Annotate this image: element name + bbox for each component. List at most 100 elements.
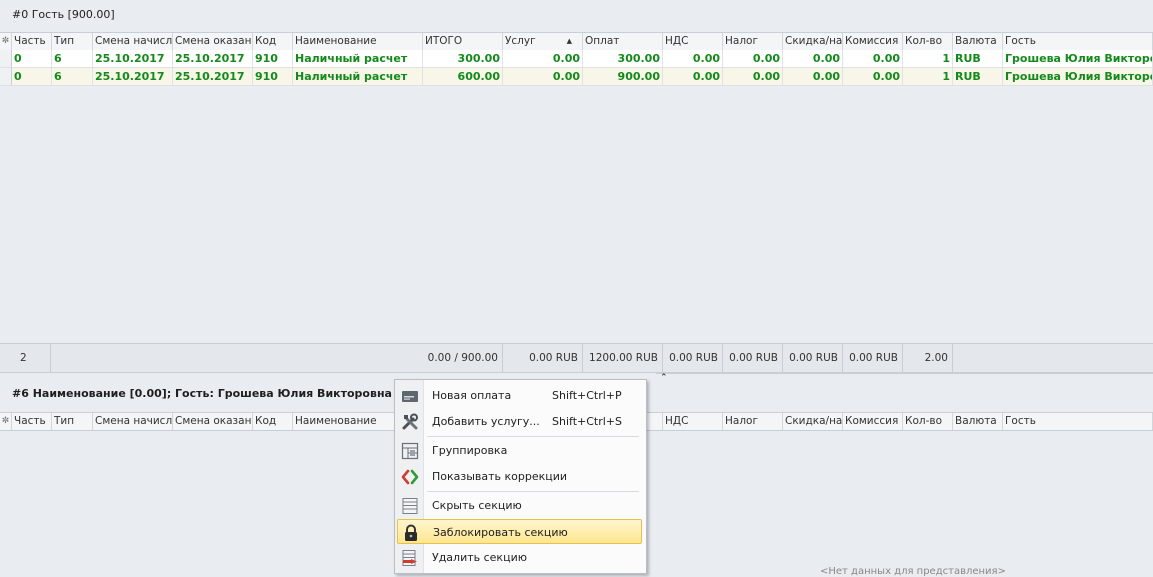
col-header-quantity[interactable]: Кол-во <box>903 33 953 50</box>
new-payment-icon <box>402 391 418 402</box>
cell-shift-service[interactable]: 25.10.2017 <box>173 68 253 85</box>
cell-guest[interactable]: Грошева Юлия Викторовна <box>1003 68 1153 85</box>
cell-vat[interactable]: 0.00 <box>663 68 723 85</box>
col-header-vat[interactable]: НДС <box>663 413 723 430</box>
column-chooser-icon[interactable]: ✼ <box>0 33 12 50</box>
menu-item-add-service[interactable]: Добавить услугу... Shift+Ctrl+S <box>397 409 642 434</box>
footer-discount: 0.00 RUB <box>783 344 843 372</box>
cell-services[interactable]: 0.00 <box>503 68 583 85</box>
footer-vat: 0.00 RUB <box>663 344 723 372</box>
col-header-shift-service[interactable]: Смена оказани <box>173 33 253 50</box>
menu-item-label: Показывать коррекции <box>432 470 568 483</box>
col-header-discount[interactable]: Скидка/наце <box>783 413 843 430</box>
col-header-commission[interactable]: Комиссия <box>843 33 903 50</box>
col-header-code[interactable]: Код <box>253 413 293 430</box>
cell-code[interactable]: 910 <box>253 68 293 85</box>
grouping-icon <box>401 442 419 460</box>
chevron-up-icon[interactable]: ⌃ <box>660 373 668 383</box>
section-1-title: #0 Гость [900.00] <box>12 8 115 21</box>
col-header-services[interactable]: Услуг ▲ <box>503 33 583 50</box>
col-header-services-label: Услуг <box>505 35 536 47</box>
col-header-commission[interactable]: Комиссия <box>843 413 903 430</box>
col-header-shift-charge[interactable]: Смена начисле <box>93 413 173 430</box>
cell-part[interactable]: 0 <box>12 68 52 85</box>
col-header-shift-service[interactable]: Смена оказани <box>173 413 253 430</box>
col-header-total[interactable]: ИТОГО <box>423 33 503 50</box>
cell-tax[interactable]: 0.00 <box>723 50 783 67</box>
menu-item-label: Добавить услугу... <box>432 415 540 428</box>
col-header-tax[interactable]: Налог <box>723 413 783 430</box>
delete-section-icon <box>402 550 417 566</box>
cell-discount[interactable]: 0.00 <box>783 50 843 67</box>
col-header-shift-charge[interactable]: Смена начисле <box>93 33 173 50</box>
col-header-tax[interactable]: Налог <box>723 33 783 50</box>
cell-type[interactable]: 6 <box>52 50 93 67</box>
cell-quantity[interactable]: 1 <box>903 68 953 85</box>
footer-tax: 0.00 RUB <box>723 344 783 372</box>
cell-guest[interactable]: Грошева Юлия Викторовна <box>1003 50 1153 67</box>
col-header-currency[interactable]: Валюта <box>953 33 1003 50</box>
menu-item-label: Скрыть секцию <box>432 499 522 512</box>
cell-part[interactable]: 0 <box>12 50 52 67</box>
cell-payments[interactable]: 300.00 <box>583 50 663 67</box>
cell-commission[interactable]: 0.00 <box>843 50 903 67</box>
col-header-part[interactable]: Часть <box>12 413 52 430</box>
row-indicator[interactable] <box>0 50 12 67</box>
col-header-guest[interactable]: Гость <box>1003 33 1153 50</box>
corrections-icon <box>401 469 419 485</box>
col-header-discount[interactable]: Скидка/наце <box>783 33 843 50</box>
cell-name[interactable]: Наличный расчет <box>293 50 423 67</box>
context-menu: Новая оплата Shift+Ctrl+P Добавить услуг… <box>394 379 647 574</box>
menu-item-label: Заблокировать секцию <box>433 526 568 539</box>
table-row[interactable]: 0 6 25.10.2017 25.10.2017 910 Наличный р… <box>0 68 1153 86</box>
cell-quantity[interactable]: 1 <box>903 50 953 67</box>
col-header-vat[interactable]: НДС <box>663 33 723 50</box>
menu-item-new-payment[interactable]: Новая оплата Shift+Ctrl+P <box>397 383 642 408</box>
menu-item-grouping[interactable]: Группировка <box>397 438 642 463</box>
cell-type[interactable]: 6 <box>52 68 93 85</box>
grid-1-header: ✼ Часть Тип Смена начисле Смена оказани … <box>0 32 1153 51</box>
cell-currency[interactable]: RUB <box>953 50 1003 67</box>
footer-count: 2 <box>0 344 51 372</box>
col-header-code[interactable]: Код <box>253 33 293 50</box>
footer-services: 0.00 RUB <box>503 344 583 372</box>
grid-1-footer: 2 0.00 / 900.00 0.00 RUB 1200.00 RUB 0.0… <box>0 343 1153 373</box>
cell-total[interactable]: 600.00 <box>423 68 503 85</box>
menu-separator <box>427 436 639 437</box>
cell-currency[interactable]: RUB <box>953 68 1003 85</box>
table-row[interactable]: 0 6 25.10.2017 25.10.2017 910 Наличный р… <box>0 50 1153 68</box>
menu-item-delete-section[interactable]: Удалить секцию <box>397 545 642 570</box>
menu-item-shortcut: Shift+Ctrl+S <box>552 415 622 428</box>
column-chooser-icon[interactable]: ✼ <box>0 413 12 430</box>
cell-tax[interactable]: 0.00 <box>723 68 783 85</box>
hide-section-icon <box>402 498 418 514</box>
row-indicator[interactable] <box>0 68 12 85</box>
col-header-payments[interactable]: Оплат <box>583 33 663 50</box>
cell-shift-charge[interactable]: 25.10.2017 <box>93 68 173 85</box>
col-header-guest[interactable]: Гость <box>1003 413 1153 430</box>
col-header-name[interactable]: Наименование <box>293 33 423 50</box>
menu-item-label: Удалить секцию <box>432 551 527 564</box>
cell-commission[interactable]: 0.00 <box>843 68 903 85</box>
cell-name[interactable]: Наличный расчет <box>293 68 423 85</box>
footer-quantity: 2.00 <box>903 344 953 372</box>
col-header-currency[interactable]: Валюта <box>953 413 1003 430</box>
menu-item-hide-section[interactable]: Скрыть секцию <box>397 493 642 518</box>
menu-item-lock-section[interactable]: Заблокировать секцию <box>397 519 642 544</box>
col-header-type[interactable]: Тип <box>52 413 93 430</box>
cell-shift-charge[interactable]: 25.10.2017 <box>93 50 173 67</box>
menu-item-shortcut: Shift+Ctrl+P <box>552 389 622 402</box>
menu-item-show-corrections[interactable]: Показывать коррекции <box>397 464 642 489</box>
col-header-quantity[interactable]: Кол-во <box>903 413 953 430</box>
cell-services[interactable]: 0.00 <box>503 50 583 67</box>
cell-code[interactable]: 910 <box>253 50 293 67</box>
cell-shift-service[interactable]: 25.10.2017 <box>173 50 253 67</box>
col-header-type[interactable]: Тип <box>52 33 93 50</box>
menu-separator <box>427 491 639 492</box>
section-splitter[interactable] <box>656 373 1153 378</box>
cell-discount[interactable]: 0.00 <box>783 68 843 85</box>
cell-payments[interactable]: 900.00 <box>583 68 663 85</box>
col-header-part[interactable]: Часть <box>12 33 52 50</box>
cell-vat[interactable]: 0.00 <box>663 50 723 67</box>
cell-total[interactable]: 300.00 <box>423 50 503 67</box>
